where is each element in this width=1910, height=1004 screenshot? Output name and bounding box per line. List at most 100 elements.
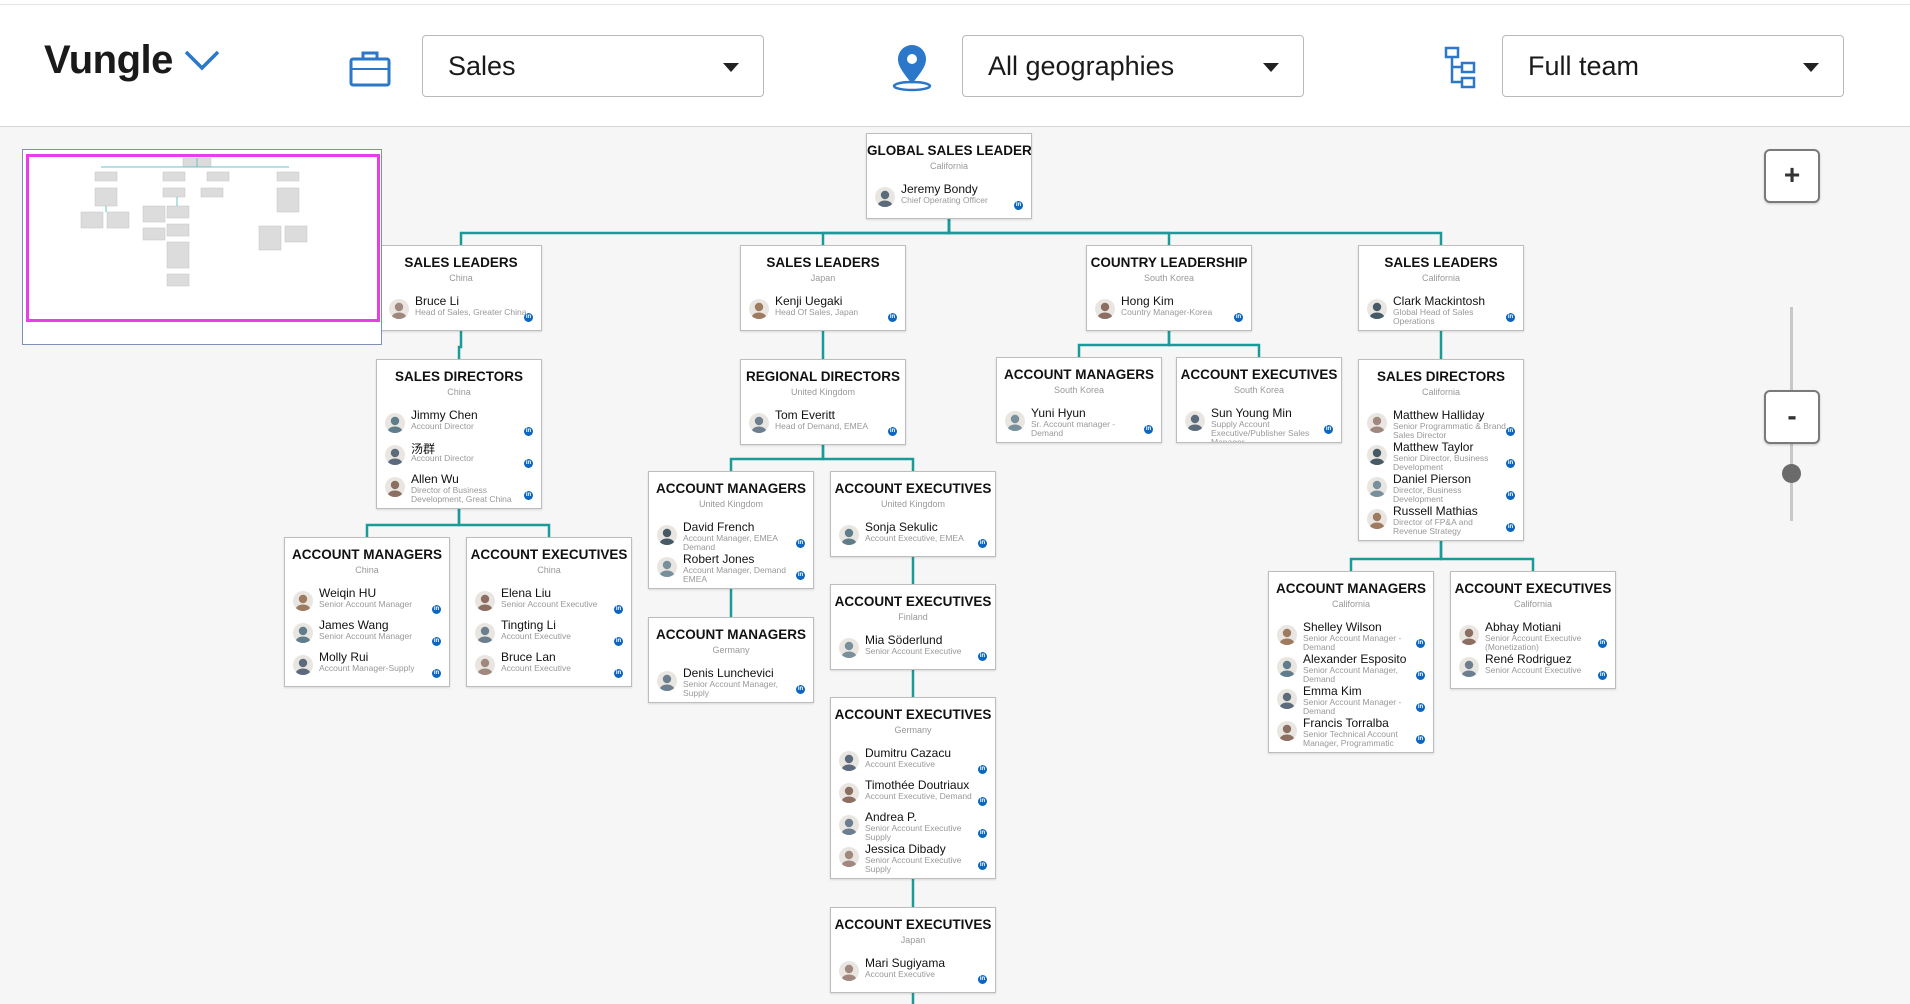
minimap[interactable] xyxy=(22,149,382,345)
person-row[interactable]: Denis Lunchevici Senior Account Manager, … xyxy=(655,665,807,698)
linkedin-icon[interactable]: in xyxy=(978,797,987,806)
linkedin-icon[interactable]: in xyxy=(614,605,623,614)
linkedin-icon[interactable]: in xyxy=(524,427,533,436)
linkedin-icon[interactable]: in xyxy=(888,427,897,436)
team-card-account-executives-south-korea[interactable]: ACCOUNT EXECUTIVES South Korea Sun Young M… xyxy=(1176,357,1342,443)
team-card-global-sales-leadership-california[interactable]: GLOBAL SALES LEADERSHIP California Jeremy … xyxy=(866,133,1032,219)
team-card-account-executives-united-kingdom[interactable]: ACCOUNT EXECUTIVES United Kingdom Sonja Se… xyxy=(830,471,996,557)
linkedin-icon[interactable]: in xyxy=(1144,425,1153,434)
person-row[interactable]: Alexander Esposito Senior Account Manager… xyxy=(1275,651,1427,684)
person-row[interactable]: Yuni Hyun Sr. Account manager -Demand in xyxy=(1003,405,1155,438)
person-row[interactable]: Matthew Halliday Senior Programmatic & Br… xyxy=(1365,407,1517,440)
zoom-out-button[interactable]: - xyxy=(1764,390,1820,444)
person-row[interactable]: René Rodriguez Senior Account Executive in xyxy=(1457,651,1609,683)
linkedin-icon[interactable]: in xyxy=(888,313,897,322)
linkedin-icon[interactable]: in xyxy=(614,669,623,678)
person-row[interactable]: Elena Liu Senior Account Executive in xyxy=(473,585,625,617)
team-card-sales-directors-california[interactable]: SALES DIRECTORS California Matthew Hallida… xyxy=(1358,359,1524,541)
linkedin-icon[interactable]: in xyxy=(978,765,987,774)
person-row[interactable]: James Wang Senior Account Manager in xyxy=(291,617,443,649)
person-row[interactable]: Mia Söderlund Senior Account Executive in xyxy=(837,632,989,664)
linkedin-icon[interactable]: in xyxy=(978,975,987,984)
team-card-account-managers-south-korea[interactable]: ACCOUNT MANAGERS South Korea Yuni Hyun Sr. … xyxy=(996,357,1162,443)
person-row[interactable]: Molly Rui Account Manager-Supply in xyxy=(291,649,443,681)
linkedin-icon[interactable]: in xyxy=(432,669,441,678)
linkedin-icon[interactable]: in xyxy=(1598,671,1607,680)
person-row[interactable]: Matthew Taylor Senior Director, Business … xyxy=(1365,439,1517,472)
linkedin-icon[interactable]: in xyxy=(1416,639,1425,648)
person-row[interactable]: Allen Wu Director of Business Development… xyxy=(383,471,535,504)
department-select[interactable]: Sales xyxy=(422,35,764,97)
team-card-regional-directors-united-kingdom[interactable]: REGIONAL DIRECTORS United Kingdom Tom Ever… xyxy=(740,359,906,445)
person-row[interactable]: Hong Kim Country Manager-Korea in xyxy=(1093,293,1245,325)
linkedin-icon[interactable]: in xyxy=(1416,703,1425,712)
linkedin-icon[interactable]: in xyxy=(1506,459,1515,468)
person-row[interactable]: Sonja Sekulic Account Executive, EMEA in xyxy=(837,519,989,551)
org-chart-canvas[interactable]: GLOBAL SALES LEADERSHIP California Jeremy … xyxy=(0,127,1910,1004)
person-row[interactable]: Weiqin HU Senior Account Manager in xyxy=(291,585,443,617)
linkedin-icon[interactable]: in xyxy=(1506,491,1515,500)
linkedin-icon[interactable]: in xyxy=(796,685,805,694)
person-row[interactable]: Robert Jones Account Manager, Demand EMEA… xyxy=(655,551,807,584)
linkedin-icon[interactable]: in xyxy=(1234,313,1243,322)
linkedin-icon[interactable]: in xyxy=(796,539,805,548)
team-card-account-managers-california[interactable]: ACCOUNT MANAGERS California Shelley Wilson… xyxy=(1268,571,1434,753)
linkedin-icon[interactable]: in xyxy=(1416,735,1425,744)
person-row[interactable]: Tingting Li Account Executive in xyxy=(473,617,625,649)
team-card-country-leadership-south-korea[interactable]: COUNTRY LEADERSHIP South Korea Hong Kim Cou… xyxy=(1086,245,1252,331)
company-name[interactable]: Vungle xyxy=(44,38,173,83)
person-row[interactable]: David French Account Manager, EMEA Demand… xyxy=(655,519,807,552)
person-row[interactable]: Daniel Pierson Director, Business Develop… xyxy=(1365,471,1517,504)
zoom-slider-handle[interactable] xyxy=(1782,464,1801,483)
linkedin-icon[interactable]: in xyxy=(1506,313,1515,322)
person-row[interactable]: Andrea P. Senior Account Executive Supply… xyxy=(837,809,989,842)
minimap-viewport[interactable] xyxy=(26,154,380,322)
team-card-sales-leaders-california[interactable]: SALES LEADERS California Clark Mackintosh G… xyxy=(1358,245,1524,331)
linkedin-icon[interactable]: in xyxy=(978,539,987,548)
person-row[interactable]: Emma Kim Senior Account Manager - Demand i… xyxy=(1275,683,1427,716)
zoom-in-button[interactable]: + xyxy=(1764,149,1820,203)
team-card-account-executives-china[interactable]: ACCOUNT EXECUTIVES China Elena Liu Senior A… xyxy=(466,537,632,687)
person-row[interactable]: Mari Sugiyama Account Executive in xyxy=(837,955,989,987)
person-row[interactable]: Abhay Motiani Senior Account Executive (M… xyxy=(1457,619,1609,652)
linkedin-icon[interactable]: in xyxy=(524,491,533,500)
linkedin-icon[interactable]: in xyxy=(1506,523,1515,532)
team-card-account-managers-germany[interactable]: ACCOUNT MANAGERS Germany Denis Lunchevici S… xyxy=(648,617,814,703)
team-select[interactable]: Full team xyxy=(1502,35,1844,97)
team-card-account-managers-china[interactable]: ACCOUNT MANAGERS China Weiqin HU Senior Acc… xyxy=(284,537,450,687)
chevron-down-icon[interactable] xyxy=(182,46,222,76)
person-row[interactable]: Kenji Uegaki Head Of Sales, Japan in xyxy=(747,293,899,325)
person-row[interactable]: Clark Mackintosh Global Head of Sales Ope… xyxy=(1365,293,1517,326)
person-row[interactable]: Bruce Lan Account Executive in xyxy=(473,649,625,681)
team-card-sales-directors-china[interactable]: SALES DIRECTORS China Jimmy Chen Account Di… xyxy=(376,359,542,509)
person-row[interactable]: Timothée Doutriaux Account Executive, Dem… xyxy=(837,777,989,809)
linkedin-icon[interactable]: in xyxy=(796,571,805,580)
person-row[interactable]: Russell Mathias Director of FP&A and Reve… xyxy=(1365,503,1517,536)
geography-select[interactable]: All geographies xyxy=(962,35,1304,97)
person-row[interactable]: Bruce Li Head of Sales, Greater China in xyxy=(387,293,535,325)
linkedin-icon[interactable]: in xyxy=(1014,201,1023,210)
linkedin-icon[interactable]: in xyxy=(524,313,533,322)
team-card-account-executives-california[interactable]: ACCOUNT EXECUTIVES California Abhay Motian… xyxy=(1450,571,1616,689)
linkedin-icon[interactable]: in xyxy=(978,861,987,870)
person-row[interactable]: Francis Torralba Senior Technical Account… xyxy=(1275,715,1427,748)
linkedin-icon[interactable]: in xyxy=(978,829,987,838)
team-card-account-executives-finland[interactable]: ACCOUNT EXECUTIVES Finland Mia Söderlund Se… xyxy=(830,584,996,670)
person-row[interactable]: Tom Everitt Head of Demand, EMEA in xyxy=(747,407,899,439)
linkedin-icon[interactable]: in xyxy=(614,637,623,646)
team-card-account-executives-germany[interactable]: ACCOUNT EXECUTIVES Germany Dumitru Cazacu A… xyxy=(830,697,996,879)
linkedin-icon[interactable]: in xyxy=(978,652,987,661)
person-row[interactable]: Jessica Dibady Senior Account Executive S… xyxy=(837,841,989,874)
person-row[interactable]: 汤群 Account Director in xyxy=(383,439,535,471)
linkedin-icon[interactable]: in xyxy=(432,637,441,646)
person-row[interactable]: Shelley Wilson Senior Account Manager - D… xyxy=(1275,619,1427,652)
linkedin-icon[interactable]: in xyxy=(1416,671,1425,680)
person-row[interactable]: Sun Young Min Supply Account Executive/Pu… xyxy=(1183,405,1335,442)
person-row[interactable]: Jeremy Bondy Chief Operating Officer in xyxy=(873,181,1025,213)
team-card-sales-leaders-japan[interactable]: SALES LEADERS Japan Kenji Uegaki Head Of Sa… xyxy=(740,245,906,331)
person-row[interactable]: Jimmy Chen Account Director in xyxy=(383,407,535,439)
team-card-sales-leaders-china[interactable]: SALES LEADERS China Bruce Li Head of Sales,… xyxy=(380,245,542,331)
linkedin-icon[interactable]: in xyxy=(524,459,533,468)
person-row[interactable]: Dumitru Cazacu Account Executive in xyxy=(837,745,989,777)
linkedin-icon[interactable]: in xyxy=(1324,425,1333,434)
